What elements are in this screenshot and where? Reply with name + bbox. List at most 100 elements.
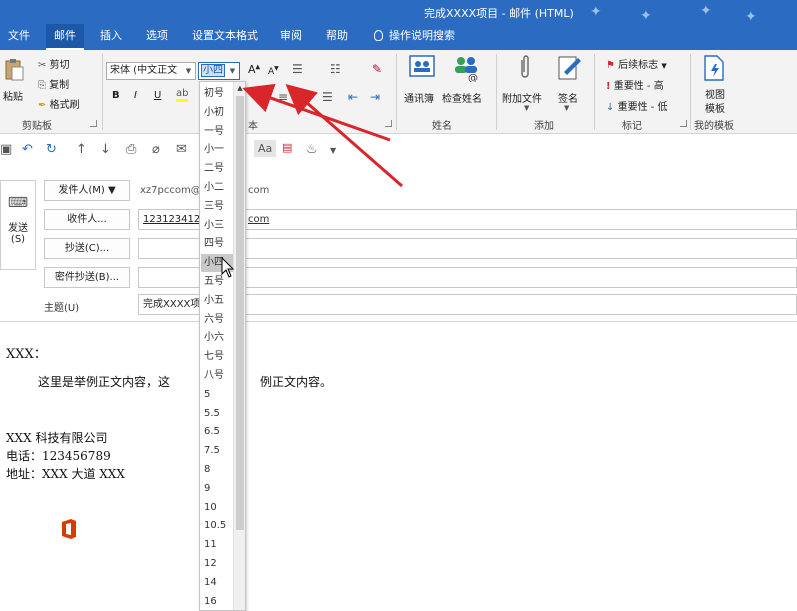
font-size-option[interactable]: 10.5 xyxy=(201,517,233,535)
paperclip-icon[interactable] xyxy=(518,54,532,85)
font-size-option[interactable]: 5.5 xyxy=(201,405,233,423)
bullets-icon[interactable]: ☰ xyxy=(292,62,303,76)
font-size-option[interactable]: 16 xyxy=(201,593,233,610)
tab-format-text[interactable]: 设置文本格式 xyxy=(184,24,266,50)
font-size-option[interactable]: 小六 xyxy=(201,329,233,347)
font-size-option[interactable]: 八号 xyxy=(201,367,233,385)
message-body[interactable]: XXX： 这里是举例正文内容，这 例正文内容。 XXX 科技有限公司 电话：12… xyxy=(0,323,797,611)
view-templates-icon[interactable] xyxy=(702,54,726,85)
numbering-icon[interactable]: ☷ xyxy=(330,62,341,76)
font-size-option[interactable]: 小三 xyxy=(201,217,233,235)
importance-low-button[interactable]: ↓ 重要性 - 低 xyxy=(606,98,668,113)
arrow-down-icon[interactable]: ↓ xyxy=(100,142,111,157)
tab-file[interactable]: 文件 xyxy=(0,24,38,50)
arrow-up-icon[interactable]: ↑ xyxy=(76,142,87,157)
font-size-option[interactable]: 12 xyxy=(201,555,233,573)
bcc-button[interactable]: 密件抄送(B)... xyxy=(44,267,130,288)
font-size-combo[interactable]: 小四 ▼ xyxy=(198,62,240,80)
font-size-option[interactable]: 小二 xyxy=(201,179,233,197)
bold-button[interactable]: B xyxy=(112,90,120,101)
justify-icon[interactable]: ☰ xyxy=(322,90,333,104)
underline-button[interactable]: U xyxy=(154,90,161,101)
scroll-up-icon[interactable]: ▲ xyxy=(235,84,245,94)
chevron-down-icon[interactable]: ▼ xyxy=(524,104,529,112)
check-names-button[interactable]: 检查姓名 xyxy=(442,90,482,105)
font-launcher-icon[interactable] xyxy=(385,120,392,127)
font-size-option[interactable]: 9 xyxy=(201,480,233,498)
grow-font-button[interactable]: A▲ xyxy=(248,63,260,76)
save-icon[interactable]: ▣ xyxy=(0,142,12,157)
increase-indent-icon[interactable]: ⇥ xyxy=(370,90,380,104)
check-names-icon[interactable]: @ xyxy=(452,54,482,85)
font-size-option[interactable]: 小五 xyxy=(201,292,233,310)
decrease-indent-icon[interactable]: ⇤ xyxy=(348,90,358,104)
redo-icon[interactable]: ↻ xyxy=(46,142,57,157)
font-size-option[interactable]: 小初 xyxy=(201,104,233,122)
clipboard-launcher-icon[interactable] xyxy=(90,120,97,127)
dropdown-scrollbar[interactable]: ▲ xyxy=(233,82,245,610)
font-size-option[interactable]: 11 xyxy=(201,536,233,554)
paste-icon[interactable] xyxy=(4,58,26,81)
tab-review[interactable]: 审阅 xyxy=(272,24,310,50)
font-size-option[interactable]: 小四 xyxy=(201,254,233,273)
view-templates-button[interactable]: 视图 xyxy=(705,86,725,101)
importance-high-button[interactable]: ! 重要性 - 高 xyxy=(606,77,664,92)
align-center-icon[interactable]: ≡ xyxy=(278,90,288,104)
cc-button[interactable]: 抄送(C)... xyxy=(44,238,130,259)
undo-icon[interactable]: ↶ xyxy=(22,142,33,157)
chevron-down-icon[interactable]: ▼ xyxy=(564,104,569,112)
tags-launcher-icon[interactable] xyxy=(680,120,687,127)
font-size-option[interactable]: 初号 xyxy=(201,85,233,103)
signature-icon[interactable] xyxy=(556,54,582,85)
chevron-down-icon[interactable]: ▼ xyxy=(227,64,238,78)
italic-button[interactable]: I xyxy=(134,90,137,101)
align-left-icon[interactable]: ≡ xyxy=(256,90,266,104)
font-size-option[interactable]: 小一 xyxy=(201,141,233,159)
change-case-button[interactable]: Aa xyxy=(254,140,277,157)
followup-button[interactable]: ⚑ 后续标志 ▼ xyxy=(606,56,667,71)
font-size-option[interactable]: 5 xyxy=(201,386,233,404)
font-size-dropdown[interactable]: ▲ 初号 小初 一号 小一 二号 小二 三号 小三 四号 小四 五号 小五 六号 小六 七号 八号 5 5.5 6.… xyxy=(199,81,246,611)
tab-tell-me[interactable]: 操作说明搜索 xyxy=(366,24,463,50)
tab-insert[interactable]: 插入 xyxy=(92,24,130,50)
font-size-option[interactable]: 一号 xyxy=(201,123,233,141)
font-size-option[interactable]: 四号 xyxy=(201,235,233,253)
font-size-option[interactable]: 14 xyxy=(201,574,233,592)
highlight-icon[interactable]: ab xyxy=(176,88,189,102)
paste-button[interactable]: 粘贴 xyxy=(3,88,23,103)
font-name-combo[interactable]: 宋体 (中文正文 ▼ xyxy=(106,62,196,80)
attach-file-button[interactable]: 附加文件 xyxy=(502,90,542,105)
envelope-icon[interactable]: ✉ xyxy=(176,142,187,157)
from-button[interactable]: 发件人(M) ▼ xyxy=(44,180,130,201)
highlight-icon[interactable]: ▤ xyxy=(282,141,292,154)
font-size-option[interactable]: 六号 xyxy=(201,311,233,329)
paint-icon[interactable]: ♨ xyxy=(306,142,318,157)
attach-icon[interactable]: ⌀ xyxy=(152,142,160,157)
tab-message[interactable]: 邮件 xyxy=(46,24,84,50)
font-size-option[interactable]: 七号 xyxy=(201,348,233,366)
send-button[interactable]: ⌨ 发送 (S) xyxy=(0,180,36,270)
view-templates-button-line2[interactable]: 模板 xyxy=(705,100,725,115)
clear-format-icon[interactable]: ✎ xyxy=(372,62,382,76)
font-size-option[interactable]: 7.5 xyxy=(201,442,233,460)
format-painter-button[interactable]: ✒ 格式刷 xyxy=(38,96,80,111)
shrink-font-button[interactable]: A▼ xyxy=(268,65,279,77)
copy-button[interactable]: ⎘ 复制 xyxy=(38,76,69,91)
font-size-option[interactable]: 8 xyxy=(201,461,233,479)
address-book-button[interactable]: 通讯簿 xyxy=(404,90,434,105)
tab-options[interactable]: 选项 xyxy=(138,24,176,50)
to-button[interactable]: 收件人... xyxy=(44,209,130,230)
font-size-option[interactable]: 三号 xyxy=(201,198,233,216)
scroll-thumb[interactable] xyxy=(236,96,244,530)
chevron-down-icon[interactable]: ▼ xyxy=(330,146,336,155)
print-preview-icon[interactable]: ⎙ xyxy=(126,142,136,157)
address-book-icon[interactable] xyxy=(408,54,436,83)
align-right-icon[interactable]: ≡ xyxy=(300,90,310,104)
font-size-option[interactable]: 6.5 xyxy=(201,423,233,441)
font-size-option[interactable]: 五号 xyxy=(201,273,233,291)
font-size-option[interactable]: 10 xyxy=(201,499,233,517)
signature-button[interactable]: 签名 xyxy=(558,90,578,105)
font-size-option[interactable]: 二号 xyxy=(201,160,233,178)
tab-help[interactable]: 帮助 xyxy=(318,24,356,50)
cut-button[interactable]: ✂ 剪切 xyxy=(38,56,70,71)
